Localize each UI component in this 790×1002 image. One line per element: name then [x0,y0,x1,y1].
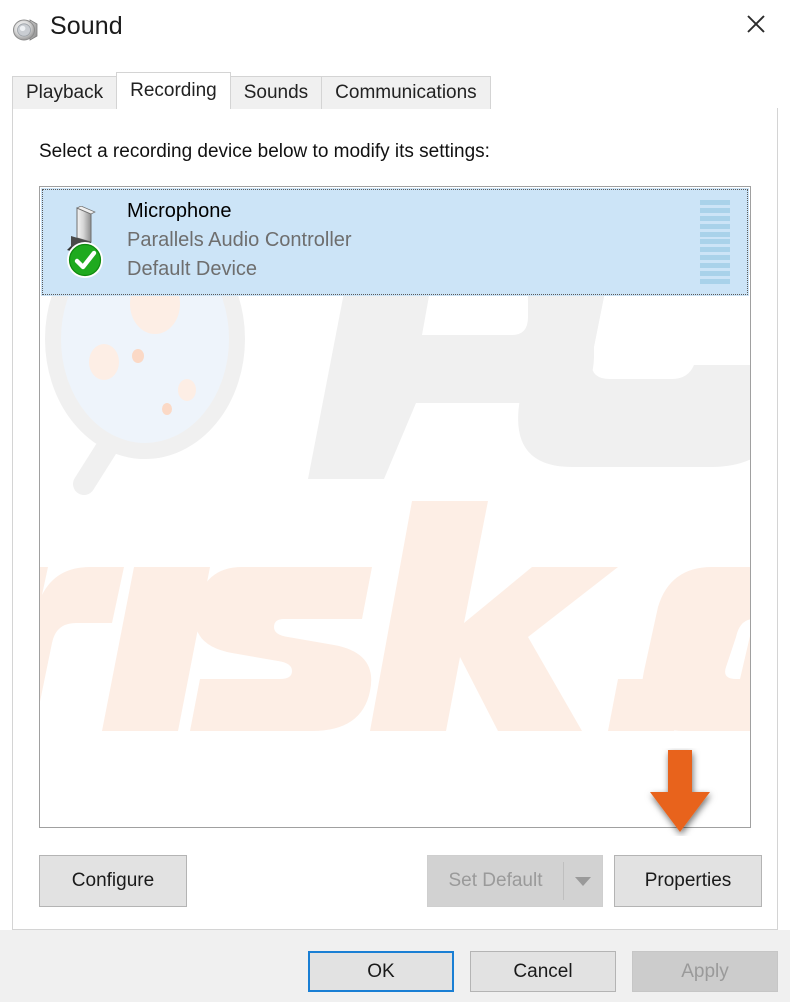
set-default-split-button[interactable]: Set Default [427,855,603,907]
volume-meter [700,200,730,284]
tab-playback[interactable]: Playback [12,76,118,109]
volume-meter-segment [700,215,730,221]
device-status: Default Device [127,258,258,280]
volume-meter-segment [700,263,730,269]
cancel-button[interactable]: Cancel [470,951,616,992]
tab-sounds-label: Sounds [243,82,309,103]
volume-meter-segment [700,200,730,205]
volume-meter-segment [700,231,730,237]
apply-button: Apply [632,951,778,992]
volume-meter-segment [700,207,730,213]
configure-button-label: Configure [71,870,155,891]
volume-meter-segment [700,278,730,284]
ok-button[interactable]: OK [308,951,454,992]
tab-recording-label: Recording [130,80,217,101]
volume-meter-segment [700,247,730,253]
chevron-down-icon [575,876,591,886]
set-default-dropdown-button[interactable] [564,856,602,906]
microphone-icon [61,205,117,280]
title-bar: Sound [0,0,790,58]
device-list-item[interactable]: Microphone Parallels Audio Controller De… [41,188,749,296]
volume-meter-segment [700,255,730,261]
volume-meter-segment [700,239,730,245]
ok-button-label: OK [367,960,395,982]
speaker-icon [10,12,44,46]
cancel-button-label: Cancel [513,960,573,982]
dialog-footer: OK Cancel Apply [0,930,790,1002]
apply-button-label: Apply [681,960,729,982]
tab-communications[interactable]: Communications [321,76,491,109]
tab-strip: Playback Recording Sounds Communications [12,72,491,109]
tab-playback-label: Playback [26,82,104,103]
set-default-button-label: Set Default [448,870,543,891]
device-name: Microphone [127,200,232,222]
device-driver: Parallels Audio Controller [127,229,352,251]
volume-meter-segment [700,223,730,229]
instruction-text: Select a recording device below to modif… [39,141,490,162]
recording-tab-panel: Select a recording device below to modif… [12,108,778,930]
volume-meter-segment [700,271,730,277]
properties-button[interactable]: Properties [614,855,762,907]
properties-button-label: Properties [644,870,732,891]
window-title: Sound [50,12,123,40]
tab-recording[interactable]: Recording [116,72,231,109]
tab-communications-label: Communications [335,82,477,103]
recording-device-list[interactable]: Microphone Parallels Audio Controller De… [39,186,751,828]
configure-button[interactable]: Configure [39,855,187,907]
set-default-button[interactable]: Set Default [428,856,563,906]
close-icon[interactable] [728,2,784,46]
tab-sounds[interactable]: Sounds [229,76,323,109]
